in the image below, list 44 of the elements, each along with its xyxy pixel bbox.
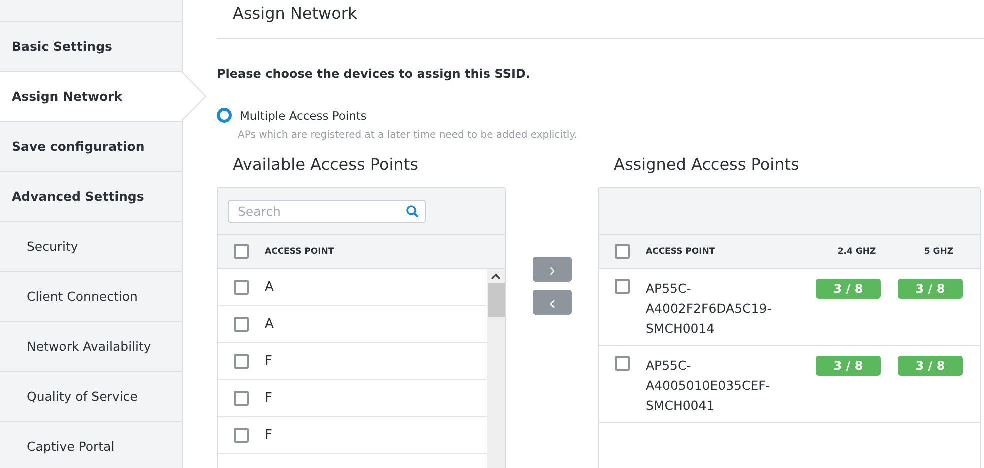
search-icon bbox=[406, 204, 419, 218]
scroll-thumb[interactable] bbox=[488, 283, 504, 317]
sidebar-item[interactable]: Captive Portal bbox=[0, 422, 182, 468]
row-checkbox[interactable] bbox=[234, 354, 249, 368]
section-title: Available Access Points bbox=[233, 155, 420, 176]
client-count-badge: 3 / 8 bbox=[898, 279, 963, 299]
access-point-name: F bbox=[265, 428, 272, 442]
sidebar-item[interactable]: Network Availability bbox=[0, 322, 182, 372]
page-title: Assign Network bbox=[233, 4, 358, 23]
column-header: ACCESS POINT bbox=[646, 246, 716, 256]
scroll-up-icon[interactable] bbox=[491, 273, 501, 281]
row-checkbox[interactable] bbox=[234, 390, 249, 406]
radio-button[interactable] bbox=[217, 108, 232, 123]
row-checkbox[interactable] bbox=[234, 428, 249, 442]
access-point-name: F bbox=[265, 390, 272, 406]
instruction-text: Please choose the devices to assign this SSID. bbox=[217, 67, 532, 81]
hint-text: APs which are registered at a later time need to be added explicitly. bbox=[238, 130, 578, 141]
client-count-badge: 3 / 8 bbox=[816, 279, 881, 299]
radio-label: Multiple Access Points bbox=[240, 108, 367, 122]
client-count-badge: 3 / 8 bbox=[898, 356, 963, 376]
row-checkbox[interactable] bbox=[234, 316, 249, 332]
sidebar-item[interactable]: Advanced Settings bbox=[0, 172, 182, 222]
access-point-name: F bbox=[265, 354, 272, 368]
access-point-name: AP55C-A4002F2F6DA5C19-SMCH0014 bbox=[646, 280, 773, 338]
select-all-checkbox[interactable] bbox=[615, 244, 630, 259]
row-checkbox[interactable] bbox=[234, 280, 249, 294]
search-field[interactable]: Search bbox=[228, 200, 426, 222]
scrollbar[interactable] bbox=[487, 269, 505, 468]
client-count-badge: 3 / 8 bbox=[816, 356, 881, 376]
access-point-name: AP55C-A4005010E035CEF-SMCH0041 bbox=[646, 357, 772, 415]
row-checkbox[interactable] bbox=[615, 356, 630, 371]
sidebar-item[interactable]: Client Connection bbox=[0, 272, 182, 322]
sidebar-item[interactable]: Save configuration bbox=[0, 122, 182, 172]
access-point-name: A bbox=[265, 280, 274, 294]
section-title: Assigned Access Points bbox=[614, 155, 800, 176]
sidebar-item[interactable]: Quality of Service bbox=[0, 372, 182, 422]
select-all-checkbox[interactable] bbox=[234, 244, 249, 259]
column-header: 5 GHZ bbox=[923, 246, 955, 256]
sidebar-item[interactable]: Security bbox=[0, 222, 182, 272]
access-point-name: A bbox=[265, 316, 274, 332]
sidebar-item[interactable]: Assign Network bbox=[0, 72, 183, 122]
row-checkbox[interactable] bbox=[615, 279, 630, 294]
column-header: ACCESS POINT bbox=[265, 246, 336, 256]
column-header: 2.4 GHZ bbox=[836, 246, 878, 256]
